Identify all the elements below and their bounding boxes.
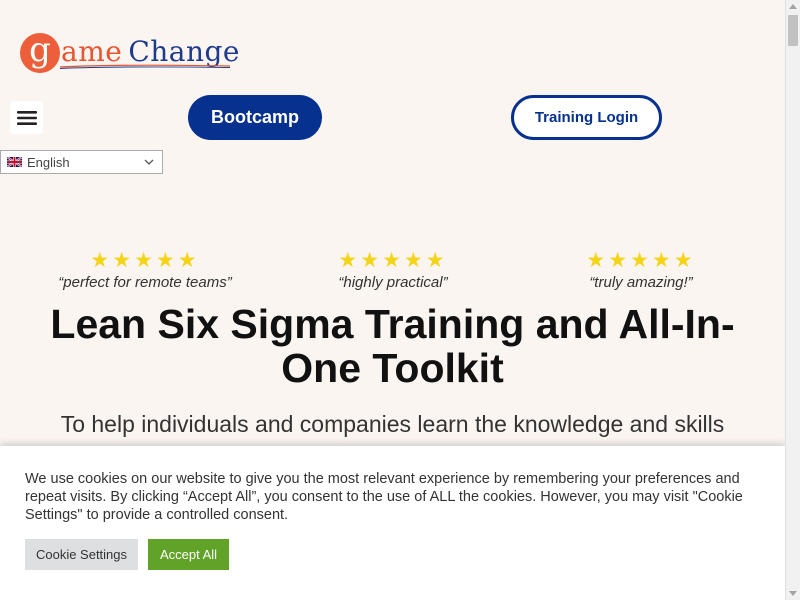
- logo-swoosh-icon: [60, 64, 230, 69]
- training-login-button[interactable]: Training Login: [511, 95, 662, 140]
- cookie-text: We use cookies on our website to give yo…: [25, 471, 743, 523]
- testimonial: ★★★★★ “truly amazing!”: [511, 249, 771, 292]
- chevron-down-icon: [144, 159, 154, 165]
- hamburger-icon: [16, 110, 37, 125]
- cookie-actions: Cookie Settings Accept All: [25, 539, 229, 570]
- menu-button[interactable]: [10, 101, 43, 134]
- accept-all-button[interactable]: Accept All: [148, 539, 229, 570]
- language-select[interactable]: English: [0, 150, 163, 174]
- hero-subline: To help individuals and companies learn …: [60, 411, 725, 437]
- scrollbar-thumb[interactable]: [788, 15, 798, 46]
- logo-change: Change: [128, 34, 241, 68]
- logo-ame: ame: [61, 34, 123, 68]
- cookie-settings-button[interactable]: Cookie Settings: [25, 539, 138, 570]
- hero-headline: Lean Six Sigma Training and All-In-One T…: [50, 301, 735, 391]
- testimonial-quote: “highly practical”: [338, 274, 448, 291]
- testimonial: ★★★★★ “perfect for remote teams”: [15, 249, 275, 292]
- testimonial-quote: “truly amazing!”: [589, 274, 693, 291]
- logo-letter: g: [29, 30, 51, 70]
- scroll-down-arrow-icon[interactable]: [789, 591, 797, 596]
- site-logo[interactable]: g ame Change: [20, 30, 240, 76]
- scroll-up-arrow-icon[interactable]: [789, 4, 797, 9]
- testimonial-quote: “perfect for remote teams”: [58, 274, 232, 291]
- testimonial: ★★★★★ “highly practical”: [263, 249, 523, 292]
- logo-g-circle: g: [20, 30, 60, 73]
- uk-flag-icon: [7, 157, 22, 167]
- language-label: English: [27, 154, 70, 170]
- cookie-banner: We use cookies on our website to give yo…: [0, 446, 785, 600]
- star-rating-icon: ★★★★★: [90, 249, 200, 272]
- star-rating-icon: ★★★★★: [586, 249, 696, 272]
- page: g ame Change Bootcamp Training Login Engl…: [0, 0, 785, 600]
- star-rating-icon: ★★★★★: [338, 249, 448, 272]
- bootcamp-button[interactable]: Bootcamp: [188, 95, 322, 140]
- vertical-scrollbar[interactable]: [785, 0, 800, 600]
- logo-text: ame Change: [61, 35, 240, 68]
